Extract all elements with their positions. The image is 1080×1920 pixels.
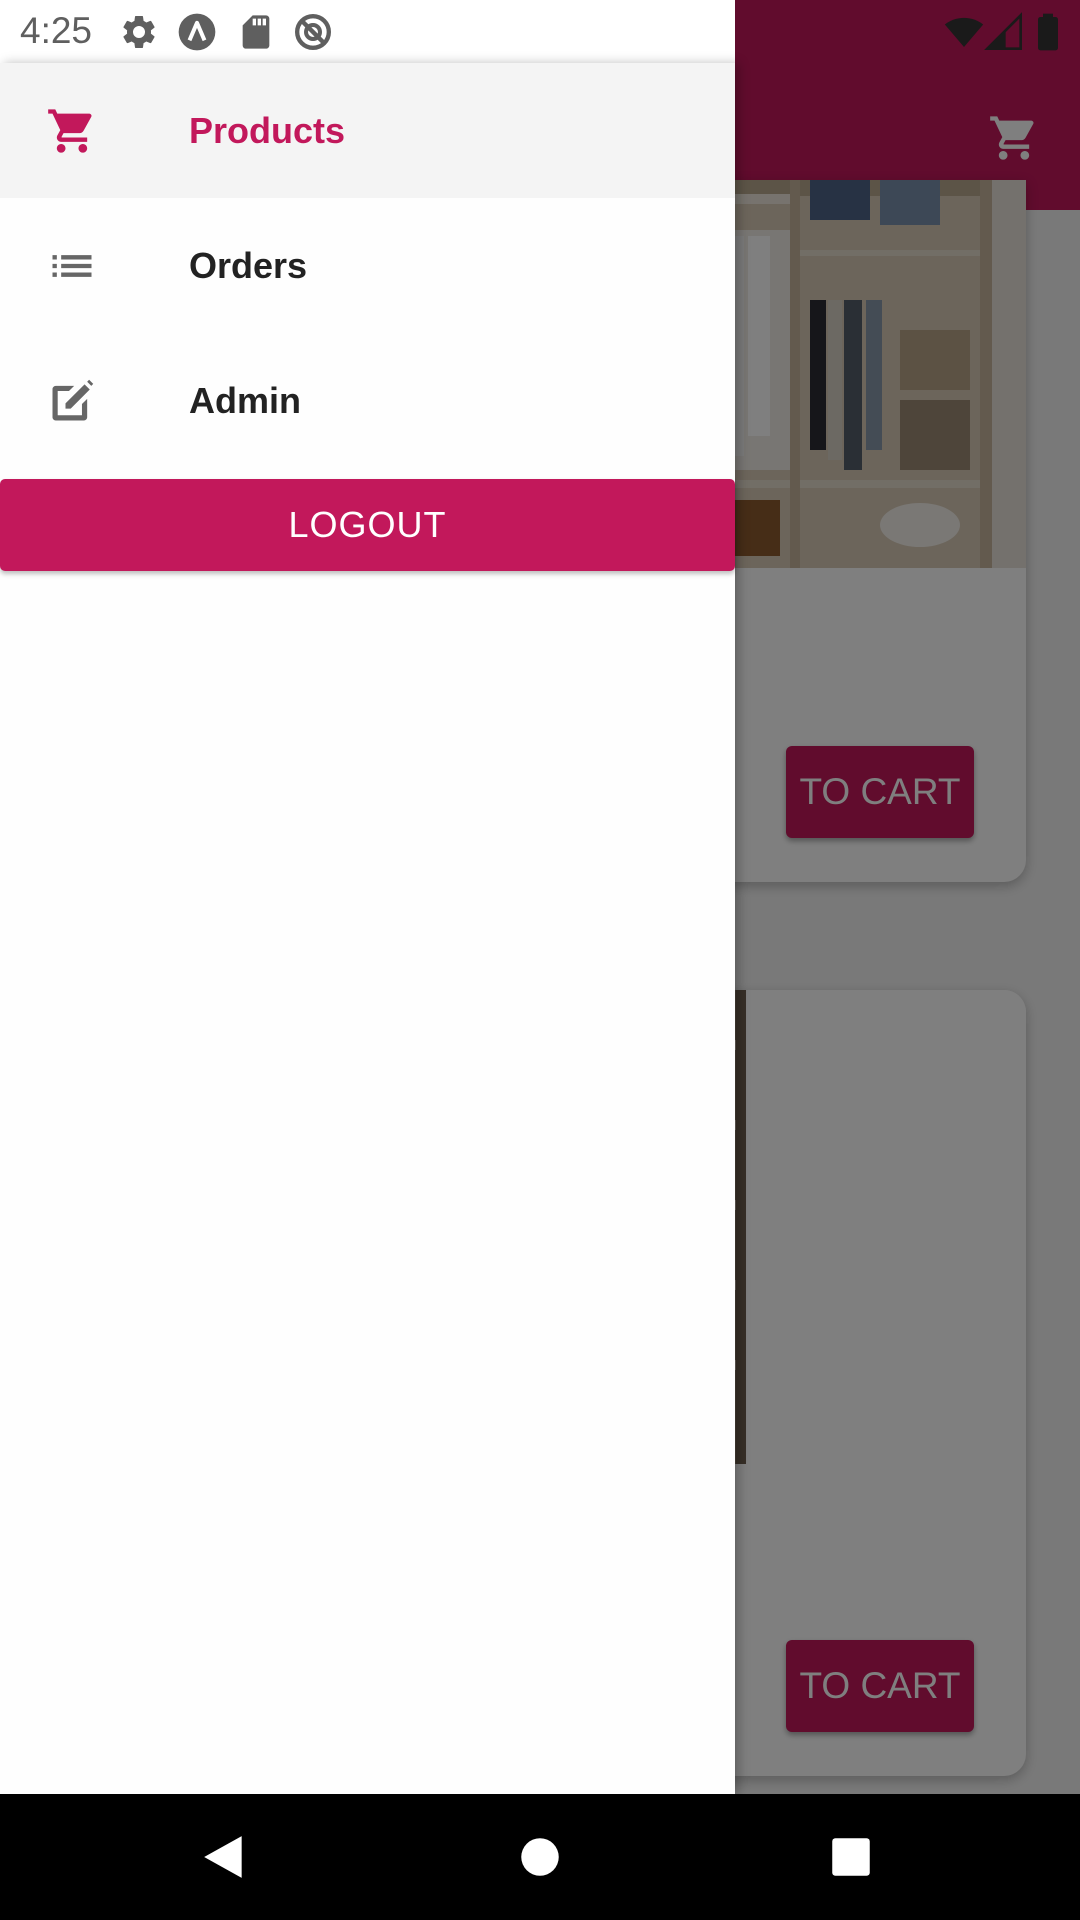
wifi-icon [944, 17, 984, 47]
cart-icon [48, 109, 92, 153]
back-icon[interactable] [200, 1832, 250, 1882]
edit-icon [52, 379, 94, 421]
settings-icon [123, 15, 155, 48]
list-icon [52, 255, 92, 277]
recents-icon[interactable] [826, 1832, 876, 1882]
android-auto-icon [178, 13, 216, 51]
status-bar: 4:25 [0, 0, 1080, 63]
navigation-drawer: Products Orders Admin LOGOUT [0, 63, 735, 1794]
drawer-item-label: Orders [189, 244, 308, 286]
drawer-item-products[interactable]: Products [0, 63, 735, 198]
status-bar-left: 4:25 [0, 0, 735, 63]
logout-button[interactable]: LOGOUT [0, 479, 735, 571]
drawer-item-label: Products [189, 109, 346, 151]
drawer-item-label: Admin [189, 379, 301, 421]
home-icon[interactable] [515, 1832, 565, 1882]
sd-card-icon [242, 15, 270, 49]
cell-signal-icon [984, 12, 1022, 50]
battery-icon [1038, 13, 1058, 51]
do-not-disturb-icon [295, 14, 331, 50]
status-time: 4:25 [20, 10, 93, 51]
system-nav-bar [0, 1794, 1080, 1920]
drawer-item-orders[interactable]: Orders [0, 198, 735, 333]
drawer-item-admin[interactable]: Admin [0, 333, 735, 468]
